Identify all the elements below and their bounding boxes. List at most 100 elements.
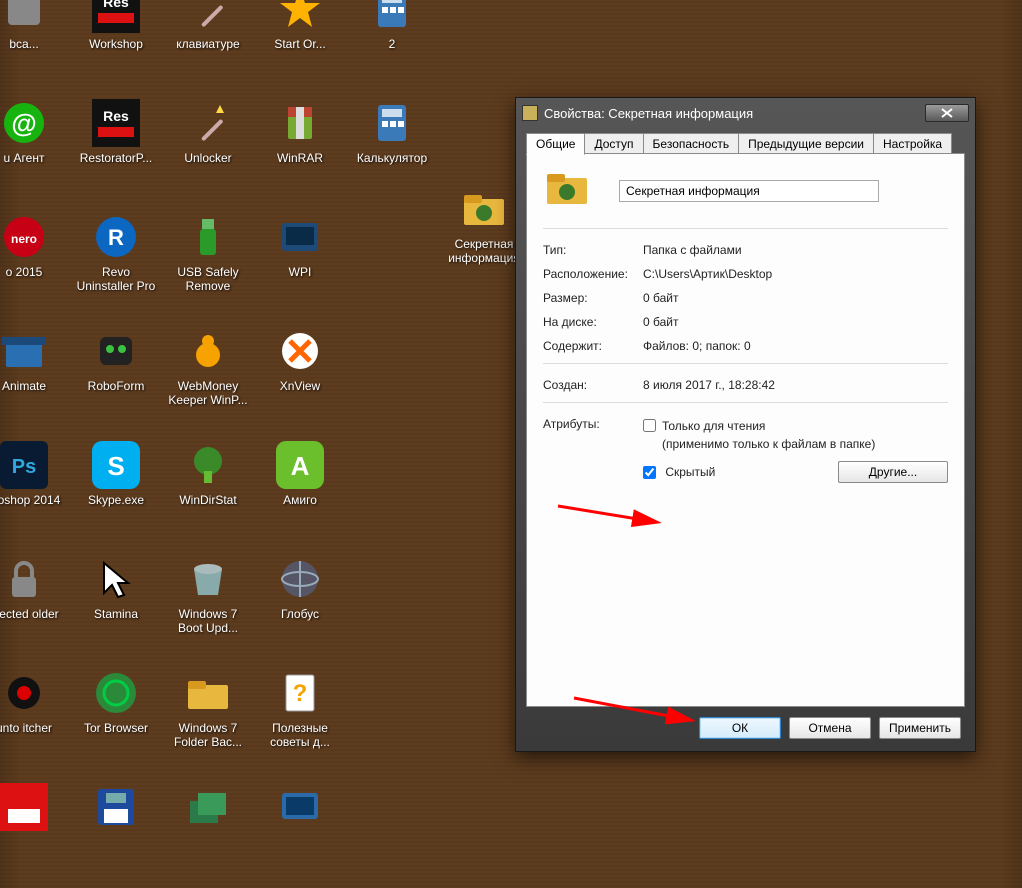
tab-general[interactable]: Общие <box>526 133 585 155</box>
contains-label: Содержит: <box>543 339 643 353</box>
desktop-icon-label: Windows 7 Folder Bac... <box>165 721 251 749</box>
desktop-icon[interactable]: XnView <box>256 322 344 432</box>
desktop-icon[interactable]: ? Полезные советы д... <box>256 664 344 774</box>
app-icon: Ps <box>0 441 48 489</box>
desktop-icon-label: unto itcher <box>0 721 67 735</box>
properties-dialog: Свойства: Секретная информация Общие Дос… <box>515 97 976 752</box>
desktop-icon-label: u Агент <box>0 151 67 165</box>
ok-button[interactable]: ОК <box>699 717 781 739</box>
desktop-icon-label: WinDirStat <box>165 493 251 507</box>
desktop-icon[interactable]: RoboForm <box>72 322 160 432</box>
app-icon: A <box>276 441 324 489</box>
svg-text:R: R <box>108 225 124 250</box>
desktop-icon[interactable] <box>164 778 252 888</box>
app-icon: S <box>92 441 140 489</box>
desktop-icon[interactable]: USB Safely Remove <box>164 208 252 318</box>
close-button[interactable] <box>925 104 969 122</box>
desktop-icon-label: Амиго <box>257 493 343 507</box>
desktop-icon-label: WPI <box>257 265 343 279</box>
desktop-icon[interactable]: neroo 2015 <box>0 208 68 318</box>
desktop-icon[interactable]: Stamina <box>72 550 160 660</box>
app-icon <box>276 555 324 603</box>
app-icon <box>92 555 140 603</box>
app-icon <box>184 669 232 717</box>
desktop-icon[interactable]: клавиатуре <box>164 0 252 90</box>
folder-large-icon <box>543 164 591 212</box>
desktop-icon-label: Windows 7 Boot Upd... <box>165 607 251 635</box>
desktop-icon-label: bca... <box>0 37 67 51</box>
desktop-icon-label: otoshop 2014 <box>0 493 67 507</box>
desktop-icon-label: o 2015 <box>0 265 67 279</box>
hidden-checkbox[interactable] <box>643 466 656 479</box>
readonly-hint: (применимо только к файлам в папке) <box>662 437 875 451</box>
desktop-icon-label: Полезные советы д... <box>257 721 343 749</box>
desktop-icon[interactable]: 2 <box>348 0 436 90</box>
app-icon: ? <box>276 669 324 717</box>
apply-button[interactable]: Применить <box>879 717 961 739</box>
cancel-button[interactable]: Отмена <box>789 717 871 739</box>
desktop-icon-label: Start Or... <box>257 37 343 51</box>
desktop-icon[interactable]: WinDirStat <box>164 436 252 546</box>
svg-text:Ps: Ps <box>12 456 36 478</box>
type-label: Тип: <box>543 243 643 257</box>
desktop-icon[interactable] <box>0 778 68 888</box>
tab-security[interactable]: Безопасность <box>643 133 740 155</box>
readonly-checkbox[interactable] <box>643 419 656 432</box>
app-icon <box>276 0 324 33</box>
app-icon <box>0 555 48 603</box>
app-icon <box>276 783 324 831</box>
desktop-icon[interactable]: ResWorkshop <box>72 0 160 90</box>
desktop-icon[interactable]: Start Or... <box>256 0 344 90</box>
desktop-icon[interactable]: @u Агент <box>0 94 68 204</box>
desktop-icon[interactable]: bca... <box>0 0 68 90</box>
app-icon <box>184 0 232 33</box>
desktop-icon[interactable]: WebMoney Keeper WinP... <box>164 322 252 432</box>
svg-text:S: S <box>107 451 124 481</box>
desktop-icon[interactable]: Глобус <box>256 550 344 660</box>
desktop-icon[interactable]: Windows 7 Boot Upd... <box>164 550 252 660</box>
desktop-icon[interactable]: Калькулятор <box>348 94 436 204</box>
desktop-icon[interactable]: unto itcher <box>0 664 68 774</box>
desktop-icon[interactable]: R Revo Uninstaller Pro <box>72 208 160 318</box>
location-label: Расположение: <box>543 267 643 281</box>
app-icon <box>92 327 140 375</box>
hidden-label: Скрытый <box>665 465 715 479</box>
desktop-icon[interactable]: WinRAR <box>256 94 344 204</box>
desktop-icon[interactable]: Tor Browser <box>72 664 160 774</box>
desktop-icon[interactable] <box>72 778 160 888</box>
readonly-label: Только для чтения <box>662 419 765 433</box>
folder-name-input[interactable] <box>619 180 879 202</box>
desktop-icon-label: Revo Uninstaller Pro <box>73 265 159 293</box>
folder-icon <box>460 185 508 233</box>
app-icon <box>184 99 232 147</box>
desktop-icon-label: otected older <box>0 607 67 621</box>
desktop-icon-label: WebMoney Keeper WinP... <box>165 379 251 407</box>
app-icon <box>368 99 416 147</box>
tab-previous-versions[interactable]: Предыдущие версии <box>738 133 874 155</box>
desktop-icon[interactable]: Ps otoshop 2014 <box>0 436 68 546</box>
svg-text:?: ? <box>293 680 308 707</box>
app-icon <box>0 783 48 831</box>
app-icon <box>184 327 232 375</box>
desktop-icon[interactable]: SSkype.exe <box>72 436 160 546</box>
app-icon <box>184 555 232 603</box>
desktop-icon[interactable]: Animate <box>0 322 68 432</box>
titlebar-icon <box>522 105 538 121</box>
other-button[interactable]: Другие... <box>838 461 948 483</box>
tab-customize[interactable]: Настройка <box>873 133 952 155</box>
desktop-icon[interactable]: WPI <box>256 208 344 318</box>
contains-value: Файлов: 0; папок: 0 <box>643 339 948 353</box>
desktop-icon[interactable]: ResRestoratorP... <box>72 94 160 204</box>
desktop-icon-label: 2 <box>349 37 435 51</box>
app-icon <box>92 783 140 831</box>
desktop-icon[interactable]: Windows 7 Folder Bac... <box>164 664 252 774</box>
tab-sharing[interactable]: Доступ <box>584 133 643 155</box>
titlebar[interactable]: Свойства: Секретная информация <box>516 98 975 128</box>
desktop-icon-label: Animate <box>0 379 67 393</box>
desktop-icon-label: клавиатуре <box>165 37 251 51</box>
desktop-icon[interactable]: A Амиго <box>256 436 344 546</box>
desktop-icon-label: USB Safely Remove <box>165 265 251 293</box>
desktop-icon[interactable] <box>256 778 344 888</box>
desktop-icon[interactable]: otected older <box>0 550 68 660</box>
desktop-icon[interactable]: Unlocker <box>164 94 252 204</box>
